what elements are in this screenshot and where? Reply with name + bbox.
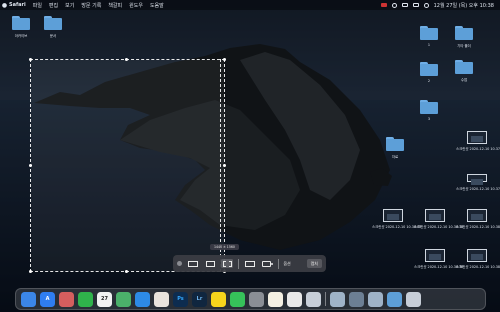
desktop-item-label: 3 [427,117,431,121]
selection-highlight [31,60,224,271]
menu-clock[interactable]: 12월 27일 (목) 오후 10:38 [434,2,494,9]
desktop-item-label: 스크린샷 2020-12-10 10.38.36 [414,265,464,269]
screenshot-file-thumbnail[interactable] [425,249,445,262]
resize-handle[interactable] [29,58,32,61]
folder-icon[interactable] [455,60,473,74]
input-source-icon[interactable] [380,3,387,7]
screenshot-toolbar: 옵션 캡처 [173,255,326,272]
menu-bookmarks[interactable]: 책갈피 [108,2,122,9]
app-store-icon[interactable]: A [40,291,55,307]
desktop-item-label: 스크린샷 2020-12-10 10.37.38 [456,187,500,191]
resize-handle[interactable] [223,164,226,167]
facetime-icon[interactable] [78,291,93,307]
screen-icon [188,260,198,267]
messages-icon[interactable] [230,291,245,307]
downloads-stack-icon[interactable] [329,291,345,307]
desktop-item-label: 1 [427,43,431,47]
menu-history[interactable]: 방문 기록 [81,2,101,9]
launchpad-icon[interactable] [59,291,74,307]
desktop-item-label: 2 [427,79,431,83]
desktop-item-label: 스크린샷 2020-12-10 10.38.30 [456,225,500,229]
siri-icon[interactable] [391,2,397,8]
folder-stack-icon[interactable] [386,291,402,307]
window-icon [205,260,215,267]
desktop-item-label: 기타 폴더 [457,44,471,48]
wifi-icon[interactable] [401,3,408,7]
resize-handle[interactable] [29,164,32,167]
screenshot-file-thumbnail[interactable] [467,249,487,262]
resize-handle[interactable] [29,270,32,273]
notes-icon[interactable] [268,291,283,307]
toolbar-divider [277,258,279,269]
folder-icon[interactable] [44,16,62,30]
photoshop-icon[interactable]: Ps [173,291,188,307]
menu-bar: ● Safari 파일 편집 보기 방문 기록 책갈피 윈도우 도움말 12월 … [0,0,500,10]
safari-icon[interactable] [135,291,150,307]
screenshot-file-thumbnail[interactable] [467,209,487,222]
toolbar-divider [238,258,239,269]
desktop-item-label: 아카이브 [14,34,28,38]
lightroom-icon[interactable]: Lr [192,291,207,307]
folder-icon[interactable] [420,100,438,114]
menu-view[interactable]: 보기 [65,2,74,9]
selection-record-icon [262,260,274,267]
close-icon[interactable] [177,261,182,266]
screenshot-file-thumbnail[interactable] [467,174,487,185]
kakaotalk-icon[interactable] [211,291,226,307]
capture-selection-button[interactable] [221,259,233,268]
status-area: 12월 27일 (목) 오후 10:38 [380,2,500,9]
chrome-icon[interactable] [287,291,302,307]
apple-menu-icon[interactable]: ● [0,2,9,9]
desktop-item-label: 자료 [391,155,399,159]
documents-stack-icon[interactable] [367,291,383,307]
menu-help[interactable]: 도움말 [150,2,164,9]
desktop-item-label: 스크린샷 2020-12-10 10.38.41 [456,265,500,269]
screenshot-file-thumbnail[interactable] [383,209,403,222]
desktop-item-label: 스크린샷 2020-12-10 10.37.34 [456,147,500,151]
folder-icon[interactable] [420,62,438,76]
capture-button[interactable]: 캡처 [306,259,322,268]
folder-icon[interactable] [386,137,404,151]
screen-record-icon [244,260,255,267]
dock: A 27 Ps Lr [15,288,486,310]
desktop-item-label: 스크린샷 2020-12-10 10.38.03 [372,225,422,229]
photos-icon[interactable] [154,291,169,307]
screenshot-file-thumbnail[interactable] [425,209,445,222]
menu-edit[interactable]: 편집 [49,2,58,9]
menu-app-name[interactable]: Safari [9,2,26,8]
selection-dimensions-label: 1440 × 1560 [210,244,239,250]
capture-window-button[interactable] [204,259,216,268]
control-center-icon[interactable] [423,2,429,8]
capture-entire-screen-button[interactable] [187,259,199,268]
trash-icon[interactable] [405,291,421,307]
folder-icon[interactable] [455,26,473,40]
record-selection-button[interactable] [261,259,274,268]
screenshot-file-thumbnail[interactable] [467,131,487,144]
settings-icon[interactable] [249,291,264,307]
resize-handle[interactable] [125,58,128,61]
dock-divider [325,292,326,306]
resize-handle[interactable] [125,270,128,273]
maps-icon[interactable] [116,291,131,307]
desktop-item-label: 스크린샷 2020-12-10 10.38.14 [414,225,464,229]
selection-icon [222,260,232,267]
screenshot-stack-icon[interactable] [348,291,364,307]
finder-icon[interactable] [21,291,36,307]
resize-handle[interactable] [223,58,226,61]
menu-file[interactable]: 파일 [33,2,42,9]
battery-icon[interactable] [412,3,419,7]
folder-icon[interactable] [12,16,30,30]
desktop-item-label: 문서 [49,34,57,38]
capture-selection-area[interactable] [29,58,226,273]
calendar-icon[interactable]: 27 [97,291,112,307]
desktop-item-label: 수업 [460,78,468,82]
record-screen-button[interactable] [244,259,256,268]
selection-guide-line [220,59,221,272]
options-menu-button[interactable]: 옵션 [283,261,290,267]
preview-icon[interactable] [306,291,321,307]
menu-window[interactable]: 윈도우 [129,2,143,9]
folder-icon[interactable] [420,26,438,40]
